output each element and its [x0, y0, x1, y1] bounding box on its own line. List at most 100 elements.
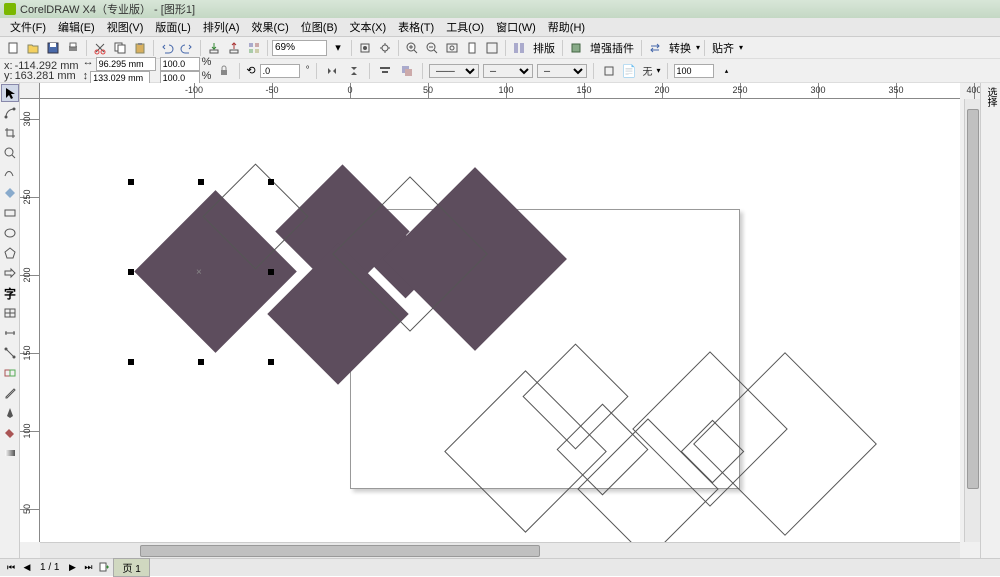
rectangle-tool[interactable] — [1, 204, 19, 222]
zoom-all-button[interactable] — [483, 39, 501, 57]
mirror-v-button[interactable] — [345, 62, 363, 80]
plugin-label[interactable]: 增强插件 — [587, 40, 637, 56]
dimension-tool[interactable] — [1, 324, 19, 342]
vertical-scrollbar[interactable] — [964, 99, 980, 542]
selection-handle[interactable] — [198, 179, 204, 185]
eyedropper-tool[interactable] — [1, 384, 19, 402]
vertical-ruler[interactable]: 300250200150100500 — [20, 99, 40, 542]
selection-handle[interactable] — [198, 359, 204, 365]
connector-tool[interactable] — [1, 344, 19, 362]
selection-handle[interactable] — [128, 179, 134, 185]
prev-page-button[interactable]: ◀ — [20, 561, 34, 575]
zoom-dropdown[interactable]: ▾ — [329, 39, 347, 57]
ruler-origin[interactable] — [20, 83, 40, 99]
open-button[interactable] — [24, 39, 42, 57]
save-button[interactable] — [44, 39, 62, 57]
selection-handle[interactable] — [128, 359, 134, 365]
import-button[interactable] — [205, 39, 223, 57]
blend-tool[interactable] — [1, 364, 19, 382]
menu-text[interactable]: 文本(X) — [343, 17, 392, 37]
pick-tool[interactable] — [1, 84, 19, 102]
zoom-page-button[interactable] — [463, 39, 481, 57]
menu-tools[interactable]: 工具(O) — [440, 17, 490, 37]
app-launcher-button[interactable] — [245, 39, 263, 57]
horizontal-scrollbar[interactable] — [40, 542, 960, 558]
last-page-button[interactable]: ⏭ — [81, 561, 95, 575]
interactive-fill-tool[interactable] — [1, 444, 19, 462]
smartfill-tool[interactable] — [1, 184, 19, 202]
outline-width-input[interactable] — [674, 64, 714, 78]
selection-handle[interactable] — [268, 269, 274, 275]
new-button[interactable] — [4, 39, 22, 57]
scroll-thumb[interactable] — [967, 109, 979, 489]
selection-handle[interactable] — [268, 179, 274, 185]
redo-button[interactable] — [178, 39, 196, 57]
scroll-thumb[interactable] — [140, 545, 540, 557]
menu-arrange[interactable]: 排列(A) — [197, 17, 246, 37]
selection-handle[interactable] — [128, 269, 134, 275]
print-button[interactable] — [64, 39, 82, 57]
fill-tool[interactable] — [1, 424, 19, 442]
mirror-h-button[interactable] — [323, 62, 341, 80]
snap-button[interactable] — [356, 39, 374, 57]
convert-label[interactable]: 转换 — [666, 40, 694, 56]
workspace[interactable]: × — [40, 99, 960, 542]
order-button[interactable] — [398, 62, 416, 80]
pointer-icon — [3, 86, 17, 100]
step-up-button[interactable]: ▴ — [718, 62, 736, 80]
fill-label[interactable]: 无 — [643, 63, 653, 78]
layout-btn[interactable] — [510, 39, 528, 57]
menu-view[interactable]: 视图(V) — [101, 17, 150, 37]
add-page-button[interactable] — [97, 561, 111, 575]
zoom-tool[interactable] — [1, 144, 19, 162]
polygon-tool[interactable] — [1, 244, 19, 262]
copy-button[interactable] — [111, 39, 129, 57]
zoom-input[interactable] — [272, 40, 327, 56]
zoom-out-button[interactable] — [423, 39, 441, 57]
arrow-end-select[interactable]: ─ — [537, 64, 587, 78]
menu-help[interactable]: 帮助(H) — [542, 17, 591, 37]
lock-ratio-button[interactable] — [215, 62, 233, 80]
menu-file[interactable]: 文件(F) — [4, 17, 52, 37]
undo-button[interactable] — [158, 39, 176, 57]
outline-tool[interactable] — [1, 404, 19, 422]
zoom-fit-button[interactable] — [443, 39, 461, 57]
scale-x-input[interactable] — [160, 57, 200, 71]
crop-tool[interactable] — [1, 124, 19, 142]
docker-panel[interactable]: 选择 — [980, 83, 1000, 558]
menu-layout[interactable]: 版面(L) — [149, 17, 196, 37]
table-tool[interactable] — [1, 304, 19, 322]
next-page-button[interactable]: ▶ — [65, 561, 79, 575]
basic-shape-tool[interactable] — [1, 264, 19, 282]
snap-label[interactable]: 贴齐 — [709, 40, 737, 56]
rotation-input[interactable] — [260, 64, 300, 78]
export-button[interactable] — [225, 39, 243, 57]
cut-button[interactable] — [91, 39, 109, 57]
align-button[interactable] — [376, 62, 394, 80]
horizontal-ruler[interactable]: -100-50050100150200250300350400450 — [40, 83, 960, 99]
first-page-button[interactable]: ⏮ — [4, 561, 18, 575]
menu-window[interactable]: 窗口(W) — [490, 17, 542, 37]
freehand-tool[interactable] — [1, 164, 19, 182]
width-input[interactable] — [96, 57, 156, 71]
menu-bitmaps[interactable]: 位图(B) — [295, 17, 344, 37]
layout-label[interactable]: 排版 — [530, 40, 558, 56]
menu-edit[interactable]: 编辑(E) — [52, 17, 101, 37]
arrow-start-select[interactable]: ─ — [483, 64, 533, 78]
docker-tab-label[interactable]: 选择 — [981, 83, 1000, 111]
convert-btn[interactable] — [646, 39, 664, 57]
menu-table[interactable]: 表格(T) — [392, 17, 440, 37]
shape-tool[interactable] — [1, 104, 19, 122]
zoom-in-button[interactable] — [403, 39, 421, 57]
selection-handle[interactable] — [268, 359, 274, 365]
options-button[interactable] — [376, 39, 394, 57]
paste-button[interactable] — [131, 39, 149, 57]
ellipse-tool[interactable] — [1, 224, 19, 242]
line-style-select[interactable]: ─── — [429, 64, 479, 78]
wrap-button[interactable] — [600, 62, 618, 80]
page-tab[interactable]: 页 1 — [113, 558, 149, 577]
menu-effects[interactable]: 效果(C) — [246, 17, 295, 37]
selection-center[interactable]: × — [196, 267, 202, 273]
text-tool[interactable]: 字 — [1, 284, 19, 302]
plugin-btn[interactable] — [567, 39, 585, 57]
